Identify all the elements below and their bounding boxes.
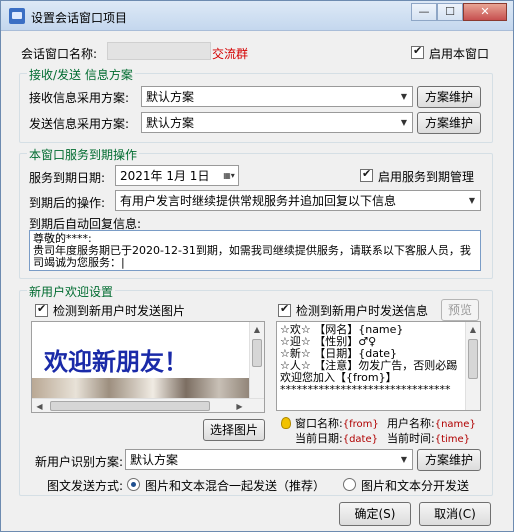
scroll-left-icon[interactable]: ◀ (32, 399, 47, 412)
send-scheme-maintain-button[interactable]: 方案维护 (417, 112, 481, 134)
send-scheme-label: 发送信息采用方案: (29, 117, 130, 131)
help-current-time-label: 当前时间: (387, 432, 435, 445)
send-info-label: 检测到新用户时发送信息 (296, 304, 429, 318)
dialog-window: 设置会话窗口项目 — ☐ ✕ 会话窗口名称: 交流群 启用本窗口 接收/发送 信… (0, 0, 514, 532)
send-image-checkbox[interactable] (35, 302, 48, 317)
ok-button[interactable]: 确定(S) (339, 502, 411, 526)
help-current-date-tag: {date} (342, 434, 378, 445)
expiry-reply-textarea[interactable]: 尊敬的****: 贵司年度服务期已于2020-12-31到期，如需我司继续提供服… (29, 230, 481, 271)
receive-scheme-value: 默认方案 (146, 90, 195, 104)
help-current-time: 当前时间:{time} (387, 430, 470, 446)
app-window-icon (9, 8, 25, 24)
minimize-button[interactable]: — (411, 3, 437, 21)
identify-scheme-select[interactable]: 默认方案 ▼ (125, 449, 413, 470)
send-mode-separate-label: 图片和文本分开发送 (361, 479, 470, 493)
identify-scheme-value: 默认方案 (130, 453, 179, 467)
session-name-field[interactable] (107, 42, 211, 60)
help-window-name-tag: {from} (342, 419, 379, 430)
help-window-name: 窗口名称:{from} (295, 415, 379, 431)
help-window-name-label: 窗口名称: (295, 417, 343, 430)
help-current-time-tag: {time} (434, 434, 471, 445)
send-mode-separate-radio[interactable] (343, 478, 356, 491)
expiry-group-title: 本窗口服务到期操作 (27, 146, 140, 163)
window-controls: — ☐ ✕ (411, 3, 507, 21)
scroll-thumb[interactable] (468, 339, 478, 379)
expiry-action-value: 有用户发言时继续提供常规服务并追加回复以下信息 (120, 194, 397, 208)
help-current-date: 当前日期:{date} (295, 430, 378, 446)
identify-scheme-label: 新用户识别方案: (35, 455, 124, 469)
welcome-image-preview: 欢迎新朋友！ ▲ ◀ ▶ (31, 321, 265, 413)
session-name-label: 会话窗口名称: (21, 47, 98, 61)
expiry-action-label: 到期后的操作: (29, 196, 106, 210)
image-horizontal-scrollbar[interactable]: ◀ ▶ (32, 398, 264, 412)
chevron-down-icon: ▼ (400, 92, 408, 101)
send-info-checkbox[interactable] (278, 302, 291, 317)
send-mode-mixed-radio[interactable] (127, 478, 140, 491)
help-current-date-label: 当前日期: (295, 432, 343, 445)
chevron-down-icon: ▼ (400, 118, 408, 127)
enable-window-checkbox[interactable] (411, 44, 424, 59)
scroll-right-icon[interactable]: ▶ (232, 399, 247, 412)
lightbulb-icon (281, 417, 291, 429)
chevron-down-icon: ▼ (400, 455, 408, 464)
chevron-down-icon: ▼ (468, 196, 476, 205)
help-user-name: 用户名称:{name} (387, 415, 476, 431)
enable-expiry-checkbox[interactable] (360, 167, 373, 182)
scroll-thumb[interactable] (50, 401, 210, 411)
expiry-action-select[interactable]: 有用户发言时继续提供常规服务并追加回复以下信息 ▼ (115, 190, 481, 211)
preview-button[interactable]: 预览 (441, 299, 479, 321)
info-scheme-group-title: 接收/发送 信息方案 (27, 66, 135, 83)
receive-scheme-maintain-button[interactable]: 方案维护 (417, 86, 481, 108)
scroll-up-icon[interactable]: ▲ (466, 322, 480, 337)
close-button[interactable]: ✕ (463, 3, 507, 21)
welcome-image-text: 欢迎新朋友！ (44, 348, 188, 376)
welcome-message-textarea[interactable]: ☆欢☆ 【网名】{name} ☆迎☆ 【性别】♂♀ ☆新☆ 【日期】{date}… (276, 321, 481, 411)
message-vertical-scrollbar[interactable]: ▲ (465, 322, 480, 410)
image-vertical-scrollbar[interactable]: ▲ (249, 322, 264, 398)
send-mode-mixed-label: 图片和文本混合一起发送（推荐） (145, 479, 326, 493)
welcome-group-title: 新用户欢迎设置 (27, 283, 116, 300)
scroll-up-icon[interactable]: ▲ (250, 322, 264, 337)
send-scheme-value: 默认方案 (146, 116, 195, 130)
session-name-suffix: 交流群 (212, 47, 249, 61)
cancel-button[interactable]: 取消(C) (419, 502, 491, 526)
scroll-thumb[interactable] (252, 339, 262, 367)
expiry-date-value: 2021年 1月 1日 (120, 169, 210, 183)
select-image-button[interactable]: 选择图片 (203, 419, 265, 441)
enable-window-label: 启用本窗口 (429, 47, 490, 61)
send-image-label: 检测到新用户时发送图片 (53, 304, 186, 318)
expiry-date-label: 服务到期日期: (29, 171, 106, 185)
maximize-button[interactable]: ☐ (437, 3, 463, 21)
help-user-name-label: 用户名称: (387, 417, 435, 430)
window-title: 设置会话窗口项目 (31, 11, 128, 25)
identify-scheme-maintain-button[interactable]: 方案维护 (417, 449, 481, 471)
send-scheme-select[interactable]: 默认方案 ▼ (141, 112, 413, 133)
calendar-icon[interactable]: ▦▾ (220, 166, 238, 185)
expiry-date-picker[interactable]: 2021年 1月 1日 ▦▾ (115, 165, 239, 186)
enable-expiry-label: 启用服务到期管理 (378, 170, 475, 184)
send-mode-label: 图文发送方式: (47, 479, 124, 493)
receive-scheme-select[interactable]: 默认方案 ▼ (141, 86, 413, 107)
help-user-name-tag: {name} (434, 419, 476, 430)
receive-scheme-label: 接收信息采用方案: (29, 91, 130, 105)
title-bar[interactable]: 设置会话窗口项目 — ☐ ✕ (1, 1, 513, 31)
